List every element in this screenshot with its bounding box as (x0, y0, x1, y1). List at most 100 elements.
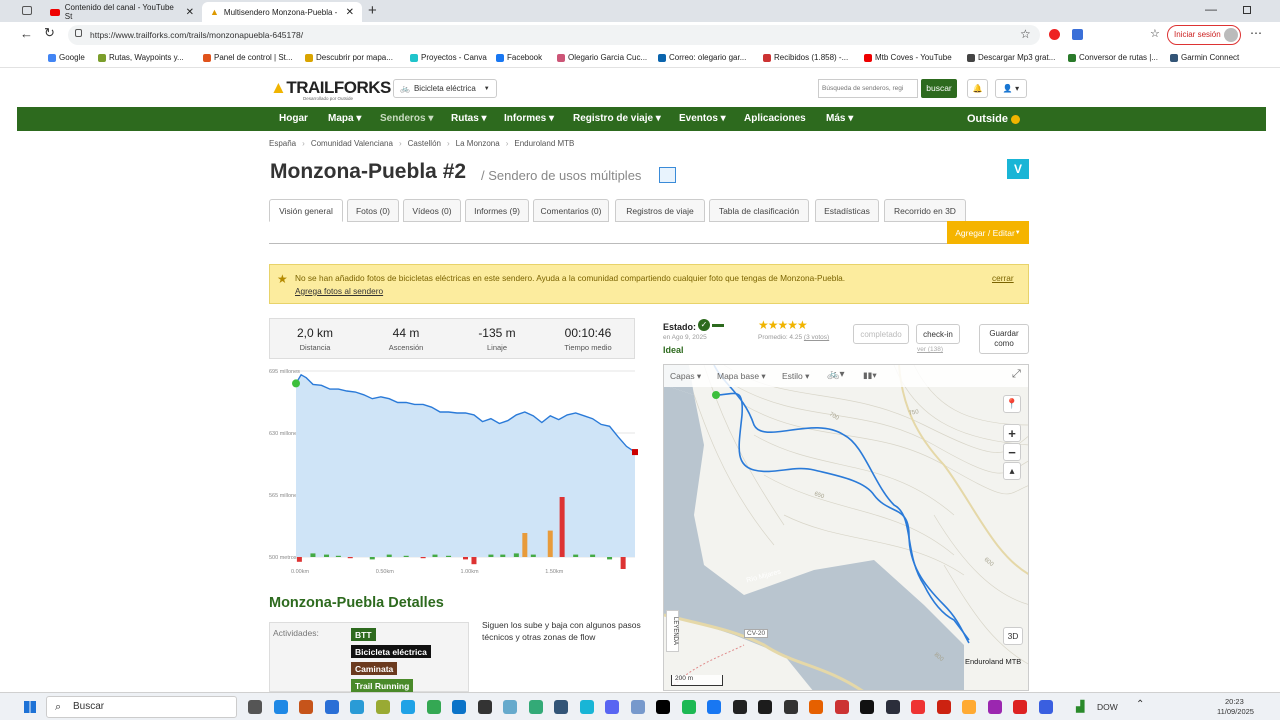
tab-item[interactable]: Registros de viaje (615, 199, 705, 222)
taskbar-app-icon[interactable] (962, 700, 976, 714)
taskbar-app-icon[interactable] (936, 700, 951, 714)
taskbar-app-icon[interactable] (528, 700, 543, 714)
breadcrumb-item[interactable]: Comunidad Valenciana (311, 139, 393, 148)
bookmark-item[interactable]: Conversor de rutas |... (1068, 53, 1158, 62)
bookmark-item[interactable]: Facebook (496, 53, 542, 62)
taskbar-app-icon[interactable] (1013, 700, 1027, 714)
outside-link[interactable]: Outside (967, 113, 1020, 125)
taskbar-app-icon[interactable] (656, 700, 670, 714)
checkin-button[interactable]: check-in (916, 324, 960, 344)
close-alert-link[interactable]: cerrar (992, 273, 1014, 283)
tab-item[interactable]: Estadísticas (815, 199, 879, 222)
taskbar-app-icon[interactable] (630, 700, 645, 714)
taskbar-app-icon[interactable] (299, 700, 313, 714)
add-edit-button[interactable]: Agregar / Editar ▼ (947, 221, 1029, 244)
taskbar-app-icon[interactable] (681, 700, 696, 714)
bookmark-item[interactable]: Recibidos (1.858) -... (763, 53, 848, 62)
map-3d-button[interactable]: 3D (1003, 627, 1023, 645)
completed-button[interactable]: completado (853, 324, 909, 344)
nav-item[interactable]: Más ▾ (826, 113, 853, 124)
taskbar-app-icon[interactable] (707, 700, 721, 714)
nav-item[interactable]: Hogar (279, 113, 308, 124)
location-pin-button[interactable]: 📍 (1003, 395, 1021, 413)
taskbar-app-icon[interactable] (860, 700, 874, 714)
opera-icon[interactable] (1049, 29, 1060, 40)
checkin-count[interactable]: ver (138) (917, 346, 943, 353)
rating-stars[interactable]: ★★★★★ (758, 318, 808, 332)
map-legend-toggle-icon[interactable]: ▮▮▾ (863, 370, 877, 381)
notifications-button[interactable]: 🔔 (967, 79, 988, 98)
trailforks-logo[interactable]: ▲TRAILFORKS (270, 78, 391, 98)
user-menu-button[interactable]: 👤 ▾ (995, 79, 1027, 98)
bike-filter-select[interactable]: 🚲 Bicicleta eléctrica ▼ (393, 79, 497, 98)
close-tab-icon[interactable]: ✕ (346, 7, 354, 18)
taskbar-app-icon[interactable] (248, 700, 262, 714)
taskbar-app-icon[interactable] (783, 700, 798, 714)
bookmark-item[interactable]: Descubrir por mapa... (305, 53, 393, 62)
breadcrumb-item[interactable]: España (269, 139, 296, 148)
search-button[interactable]: buscar (921, 79, 957, 98)
taskbar-app-icon[interactable] (1038, 700, 1053, 714)
taskbar-app-icon[interactable] (885, 700, 900, 714)
tab-actions-icon[interactable] (22, 6, 32, 15)
collections-icon[interactable]: ☆ (1150, 27, 1160, 40)
bookmark-item[interactable]: Panel de control | St... (203, 53, 293, 62)
clock-date[interactable]: 11/09/2025 (1217, 707, 1254, 716)
bookmark-item[interactable]: Olegario Garcia Cuc... (557, 53, 647, 62)
layers-menu[interactable]: Capas ▾ (670, 371, 701, 382)
back-icon[interactable]: ← (20, 26, 33, 41)
taskbar-app-icon[interactable] (426, 700, 441, 714)
search-input[interactable] (818, 79, 918, 98)
bookmark-item[interactable]: Google (48, 53, 85, 62)
taskbar-app-icon[interactable] (758, 700, 772, 714)
poi-label[interactable]: Enduroland MTB (965, 657, 1021, 666)
taskbar-app-icon[interactable] (987, 700, 1002, 714)
save-as-button[interactable]: Guardar como (979, 324, 1029, 354)
nav-item[interactable]: Registro de viaje ▾ (573, 113, 661, 124)
bookmark-item[interactable]: Correo: olegario gar... (658, 53, 746, 62)
taskbar-app-icon[interactable] (324, 700, 339, 714)
bookmark-item[interactable]: Garmin Connect (1170, 53, 1239, 62)
activity-badge[interactable]: BTT (351, 628, 376, 641)
taskbar-app-icon[interactable] (579, 700, 594, 714)
extension-icon[interactable] (1072, 29, 1083, 40)
nav-item[interactable]: Eventos ▾ (679, 113, 726, 124)
reload-icon[interactable]: ↻ (44, 25, 55, 41)
activity-badge[interactable]: Caminata (351, 662, 398, 675)
activity-badge[interactable]: Trail Running (351, 679, 414, 692)
tab-item[interactable]: Informes (9) (465, 199, 529, 222)
more-menu-icon[interactable]: ⋯ (1250, 26, 1262, 40)
taskbar-app-icon[interactable] (273, 700, 288, 714)
browser-tab-trailforks[interactable]: ▲ Multisendero Monzona-Puebla - ✕ (202, 2, 362, 22)
bookmark-item[interactable]: Mtb Coves - YouTube (864, 53, 952, 62)
windows-start-icon[interactable] (24, 701, 36, 713)
nav-item[interactable]: Mapa ▾ (328, 113, 361, 124)
taskbar-app-icon[interactable] (554, 700, 568, 714)
bookmark-item[interactable]: Rutas, Waypoints y... (98, 53, 184, 62)
favorite-icon[interactable]: ☆ (1020, 27, 1031, 41)
basemap-menu[interactable]: Mapa base ▾ (717, 371, 766, 382)
taskbar-app-icon[interactable] (375, 700, 390, 714)
tab-item[interactable]: Fotos (0) (347, 199, 399, 222)
add-photos-link[interactable]: Agrega fotos al sendero (295, 286, 383, 296)
breadcrumb-item[interactable]: Enduroland MTB (514, 139, 574, 148)
close-tab-icon[interactable]: ✕ (186, 7, 194, 18)
nav-item[interactable]: Aplicaciones (744, 113, 806, 124)
ebike-filter-icon[interactable]: 🚲▾ (827, 369, 844, 380)
breadcrumb-item[interactable]: Castellón (408, 139, 441, 148)
taskbar-app-icon[interactable] (350, 700, 364, 714)
compass-button[interactable]: ▴ (1003, 462, 1021, 480)
nav-item[interactable]: Senderos ▾ (380, 113, 433, 124)
taskbar-app-icon[interactable] (732, 700, 747, 714)
tab-item[interactable]: Vídeos (0) (403, 199, 461, 222)
tab-item[interactable]: Tabla de clasificación (709, 199, 809, 222)
zoom-out-button[interactable]: − (1003, 443, 1021, 461)
new-tab-icon[interactable]: + (368, 2, 377, 19)
tray-chevron-icon[interactable]: ⌃ (1136, 699, 1144, 710)
restore-icon[interactable] (1243, 6, 1251, 14)
fullscreen-icon[interactable]: ⤢ (1012, 368, 1021, 381)
stock-label[interactable]: DOW (1097, 702, 1118, 712)
map-legend-tab[interactable]: LEYENDA (666, 610, 679, 652)
taskbar-app-icon[interactable] (809, 700, 823, 714)
bookmark-item[interactable]: Proyectos - Canva (410, 53, 487, 62)
